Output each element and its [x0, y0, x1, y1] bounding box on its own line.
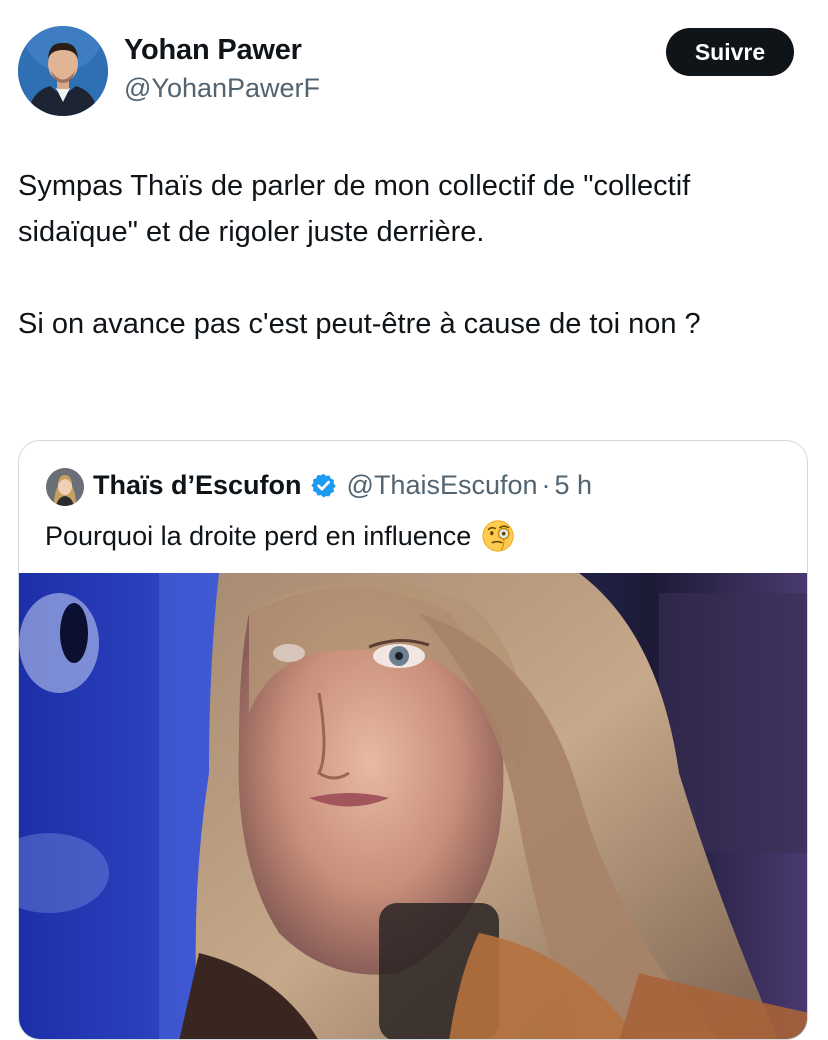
quoted-author-name[interactable]: Thaïs d’Escufon	[93, 470, 302, 501]
quoted-author-avatar-image	[46, 468, 84, 506]
tweet-header: Yohan Pawer @YohanPawerF Suivre	[0, 0, 828, 130]
quoted-tweet-text: Pourquoi la droite perd en influence	[45, 520, 472, 551]
quoted-tweet-timestamp[interactable]: 5 h	[555, 470, 593, 501]
tweet-paragraph: Sympas Thaïs de parler de mon collectif …	[18, 170, 691, 248]
video-still-image	[19, 573, 807, 1039]
follow-button[interactable]: Suivre	[666, 28, 794, 76]
tweet-text: Sympas Thaïs de parler de mon collectif …	[18, 163, 808, 347]
quoted-tweet-header: Thaïs d’Escufon @ThaisEscufon · 5 h	[19, 441, 807, 506]
tweet-paragraph: Si on avance pas c'est peut-être à cause…	[18, 308, 701, 340]
author-avatar[interactable]	[18, 26, 108, 116]
verified-badge-icon	[310, 473, 336, 498]
author-name[interactable]: Yohan Pawer	[124, 34, 302, 67]
quoted-author-avatar[interactable]	[46, 468, 84, 506]
quoted-tweet-text-row: Pourquoi la droite perd en influence	[45, 519, 515, 553]
face-with-monocle-icon	[482, 520, 514, 552]
quoted-tweet-media[interactable]	[19, 573, 807, 1039]
quoted-author-row: Thaïs d’Escufon @ThaisEscufon · 5 h	[93, 470, 592, 501]
author-handle[interactable]: @YohanPawerF	[124, 73, 320, 104]
quoted-tweet-card[interactable]: Thaïs d’Escufon @ThaisEscufon · 5 h Pour…	[18, 440, 808, 1040]
author-avatar-image	[18, 26, 108, 116]
quoted-author-handle[interactable]: @ThaisEscufon	[347, 470, 538, 501]
dot-separator: ·	[541, 470, 551, 500]
